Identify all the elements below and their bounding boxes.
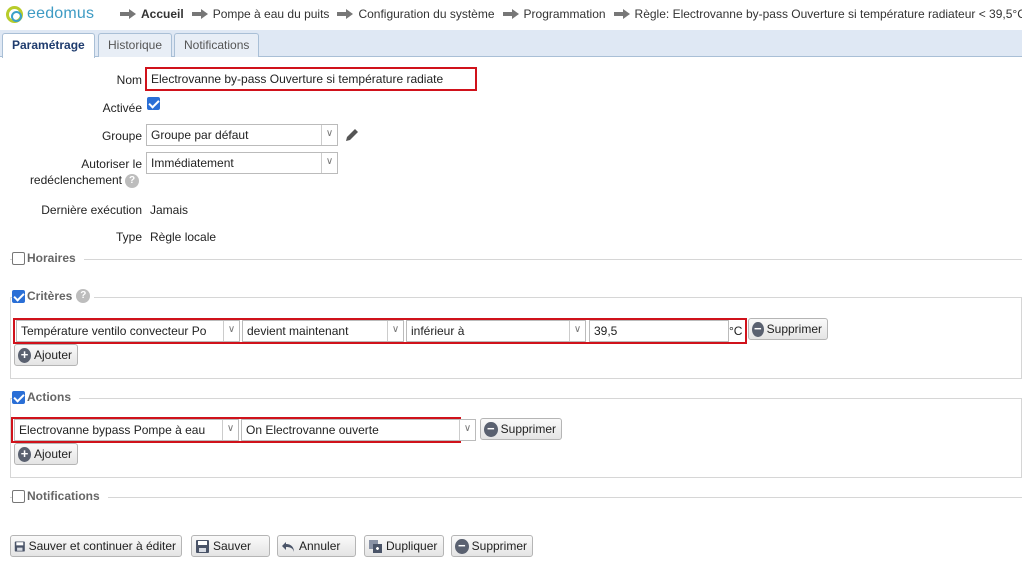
critere-operator-select[interactable]: inférieur à ∨	[406, 320, 586, 342]
horaires-checkbox[interactable]	[12, 251, 25, 265]
action-value-select[interactable]: On Electrovanne ouverte ∨	[241, 419, 476, 441]
horaires-legend: Horaires	[12, 251, 84, 265]
type-value: Règle locale	[150, 230, 217, 244]
duplicate-icon	[369, 539, 382, 553]
activee-checkbox[interactable]	[147, 97, 160, 110]
undo-icon	[282, 541, 294, 552]
action-delete-button[interactable]: − Supprimer	[480, 418, 562, 440]
tab-notifications[interactable]: Notifications	[174, 33, 260, 57]
plus-circle-icon: +	[18, 446, 31, 462]
chevron-down-icon: ∨	[569, 321, 585, 341]
action-add-button[interactable]: + Ajouter	[14, 443, 78, 465]
chevron-down-icon: ∨	[387, 321, 403, 341]
nom-label: Nom	[116, 73, 142, 87]
chevron-down-icon: ∨	[223, 321, 239, 341]
chevron-down-icon: ∨	[321, 153, 337, 173]
criteres-checkbox[interactable]	[12, 289, 25, 303]
plus-circle-icon: +	[18, 347, 31, 363]
arrow-right-icon	[120, 9, 136, 19]
actions-checkbox[interactable]	[12, 390, 25, 404]
autoriser-select[interactable]: Immédiatement ∨	[146, 152, 338, 174]
save-button[interactable]: Sauver	[191, 535, 270, 557]
delete-button[interactable]: − Supprimer	[451, 535, 533, 557]
criteres-legend: Critères ?	[12, 289, 95, 303]
save-icon	[14, 540, 25, 552]
cancel-button[interactable]: Annuler	[277, 535, 356, 557]
top-bar: eedomus Accueil Pompe à eau du puits Con…	[0, 0, 1022, 30]
notifications-divider	[10, 497, 1022, 498]
save-icon	[196, 539, 209, 553]
criteres-divider	[10, 297, 1022, 298]
tab-bar: Paramétrage Historique Notifications	[0, 30, 1022, 58]
save-continue-button[interactable]: Sauver et continuer à éditer	[10, 535, 182, 557]
nom-input[interactable]: Electrovanne by-pass Ouverture si tempér…	[145, 67, 477, 91]
notifications-legend: Notifications	[12, 489, 108, 503]
breadcrumb-configuration[interactable]: Configuration du système	[337, 7, 495, 21]
derniere-execution-value: Jamais	[150, 203, 189, 217]
help-icon[interactable]: ?	[125, 174, 139, 188]
minus-circle-icon: −	[484, 421, 498, 437]
arrow-right-icon	[191, 9, 208, 19]
critere-unit: °C	[729, 324, 743, 338]
chevron-down-icon: ∨	[321, 125, 337, 145]
chevron-down-icon: ∨	[459, 420, 475, 440]
chevron-down-icon: ∨	[222, 420, 238, 440]
minus-circle-icon: −	[455, 538, 469, 554]
eedomus-logo[interactable]: eedomus	[6, 4, 94, 24]
type-label: Type	[115, 230, 142, 244]
breadcrumb-regle: Règle: Electrovanne by-pass Ouverture si…	[613, 7, 1022, 21]
help-icon[interactable]: ?	[76, 289, 91, 303]
arrow-right-icon	[502, 9, 519, 19]
critere-trigger-select[interactable]: devient maintenant ∨	[242, 320, 404, 342]
critere-value-input[interactable]: 39,5	[589, 320, 729, 342]
autoriser-label-2: redéclenchement	[29, 173, 122, 187]
brand-name: eedomus	[27, 5, 95, 22]
action-device-select[interactable]: Electrovanne bypass Pompe à eau ∨	[14, 419, 239, 441]
autoriser-label-1: Autoriser le	[81, 157, 142, 171]
minus-circle-icon: −	[752, 321, 764, 337]
arrow-right-icon	[613, 9, 630, 19]
derniere-execution-label: Dernière exécution	[41, 203, 142, 217]
critere-delete-button[interactable]: − Supprimer	[748, 318, 828, 340]
notifications-checkbox[interactable]	[12, 489, 25, 503]
critere-add-button[interactable]: + Ajouter	[14, 344, 78, 366]
breadcrumb: Accueil Pompe à eau du puits Configurati…	[120, 7, 1022, 21]
groupe-label: Groupe	[101, 129, 142, 143]
tab-parametrage[interactable]: Paramétrage	[2, 33, 95, 58]
groupe-select[interactable]: Groupe par défaut ∨	[146, 124, 338, 146]
critere-device-select[interactable]: Température ventilo convecteur Po ∨	[16, 320, 240, 342]
logo-icon	[6, 5, 23, 23]
edit-pencil-icon[interactable]	[343, 126, 361, 144]
breadcrumb-programmation[interactable]: Programmation	[502, 7, 606, 21]
breadcrumb-accueil[interactable]: Accueil	[120, 7, 184, 21]
activee-label: Activée	[102, 101, 142, 115]
breadcrumb-pompe[interactable]: Pompe à eau du puits	[191, 7, 329, 21]
tab-historique[interactable]: Historique	[98, 33, 173, 57]
arrow-right-icon	[337, 9, 354, 19]
actions-divider	[10, 398, 1022, 399]
horaires-divider	[10, 259, 1022, 260]
duplicate-button[interactable]: Dupliquer	[364, 535, 444, 557]
actions-legend: Actions	[12, 390, 80, 404]
